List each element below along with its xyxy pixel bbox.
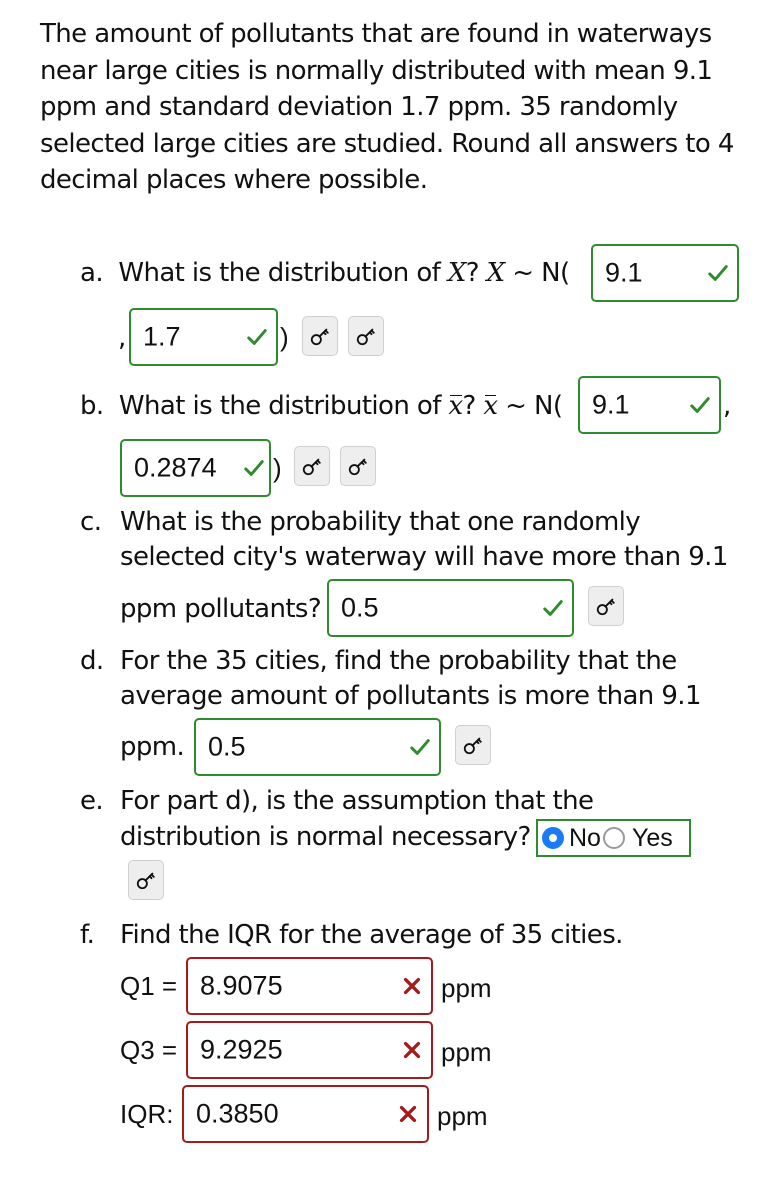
q1-value: 8.9075: [200, 970, 283, 1001]
part-b-label: b.: [80, 391, 104, 421]
radio-no-label[interactable]: No: [569, 824, 601, 853]
key-icon: [462, 734, 484, 756]
part-b-question: b. What is the distribution of x? x ~ N(: [80, 391, 563, 421]
check-icon: [689, 394, 711, 416]
q1-input[interactable]: 8.9075: [186, 957, 433, 1015]
radio-yes-label[interactable]: Yes: [632, 824, 673, 853]
part-d-line1: For the 35 cities, find the probability …: [120, 646, 677, 676]
key-button[interactable]: [348, 316, 384, 356]
q1-label: Q1 =: [120, 971, 178, 1001]
part-a-mean-value: 9.1: [605, 257, 643, 288]
normal-notation: ~ N(: [505, 391, 563, 421]
key-button[interactable]: [455, 725, 491, 765]
q3-value: 9.2925: [200, 1034, 283, 1065]
cross-icon: [401, 975, 423, 997]
close-paren: ): [273, 453, 282, 483]
var-xbar: x: [448, 391, 463, 421]
radio-no[interactable]: [542, 827, 564, 849]
part-c-line2: selected city's waterway will have more …: [120, 542, 728, 572]
part-c-label: c.: [80, 507, 102, 537]
part-e-line1: For part d), is the assumption that the: [120, 786, 594, 816]
part-b-mean-value: 9.1: [592, 389, 630, 420]
part-a-label: a.: [80, 258, 104, 288]
q3-unit: ppm: [441, 1037, 492, 1067]
key-icon: [309, 325, 331, 347]
key-button[interactable]: [128, 860, 164, 900]
iqr-value: 0.3850: [196, 1098, 279, 1129]
key-button[interactable]: [302, 316, 338, 356]
part-c-line1: What is the probability that one randoml…: [120, 507, 641, 537]
question-mark: ?: [462, 391, 477, 421]
part-c-answer-input[interactable]: 0.5: [327, 579, 574, 637]
iqr-unit: ppm: [437, 1101, 488, 1131]
check-icon: [246, 326, 268, 348]
comma: ,: [118, 323, 126, 353]
key-icon: [301, 455, 323, 477]
key-icon: [595, 595, 617, 617]
part-d-answer-input[interactable]: 0.5: [194, 718, 441, 776]
part-d-label: d.: [80, 646, 104, 676]
part-c-answer-value: 0.5: [341, 592, 379, 623]
part-e-label: e.: [80, 786, 104, 816]
check-icon: [409, 736, 431, 758]
part-d-line3: ppm.: [120, 732, 185, 762]
q3-input[interactable]: 9.2925: [186, 1021, 433, 1079]
check-icon: [542, 597, 564, 619]
normal-notation: ~ N(: [512, 258, 570, 288]
part-a-question: a. What is the distribution of X? X ~ N(: [80, 258, 570, 288]
key-button[interactable]: [340, 446, 376, 486]
problem-statement: The amount of pollutants that are found …: [40, 19, 734, 195]
var-xbar-repeat: x: [483, 391, 498, 421]
var-x: X: [447, 258, 467, 288]
part-a-mean-input[interactable]: 9.1: [591, 244, 739, 302]
cross-icon: [401, 1039, 423, 1061]
iqr-input[interactable]: 0.3850: [182, 1085, 429, 1143]
check-icon: [243, 457, 265, 479]
question-mark: ?: [465, 258, 480, 288]
part-d-line2: average amount of pollutants is more tha…: [120, 681, 702, 711]
key-icon: [135, 869, 157, 891]
part-b-sd-input[interactable]: 0.2874: [120, 439, 271, 497]
comma: ,: [723, 391, 731, 421]
part-e-line2: distribution is normal necessary?: [120, 822, 531, 852]
part-b-sd-value: 0.2874: [134, 452, 217, 483]
q3-label: Q3 =: [120, 1035, 178, 1065]
part-c-line3: ppm pollutants?: [120, 594, 322, 624]
part-a-sd-input[interactable]: 1.7: [129, 308, 278, 366]
q1-unit: ppm: [441, 973, 492, 1003]
part-a-sd-value: 1.7: [143, 321, 181, 352]
iqr-label: IQR:: [120, 1099, 174, 1129]
normal-assumption-radio-group: No Yes: [536, 819, 691, 857]
part-d-answer-value: 0.5: [208, 731, 246, 762]
var-x-repeat: X: [486, 258, 506, 288]
part-f-label: f.: [80, 920, 95, 950]
key-button[interactable]: [294, 446, 330, 486]
part-b-mean-input[interactable]: 9.1: [578, 376, 721, 434]
part-f-text: Find the IQR for the average of 35 citie…: [120, 920, 623, 950]
close-paren: ): [280, 322, 289, 352]
part-b-text: What is the distribution of: [118, 391, 441, 421]
key-button[interactable]: [588, 586, 624, 626]
check-icon: [707, 262, 729, 284]
radio-yes[interactable]: [602, 827, 625, 849]
cross-icon: [397, 1103, 419, 1125]
part-a-text: What is the distribution of: [118, 258, 441, 288]
key-icon: [355, 325, 377, 347]
key-icon: [347, 455, 369, 477]
